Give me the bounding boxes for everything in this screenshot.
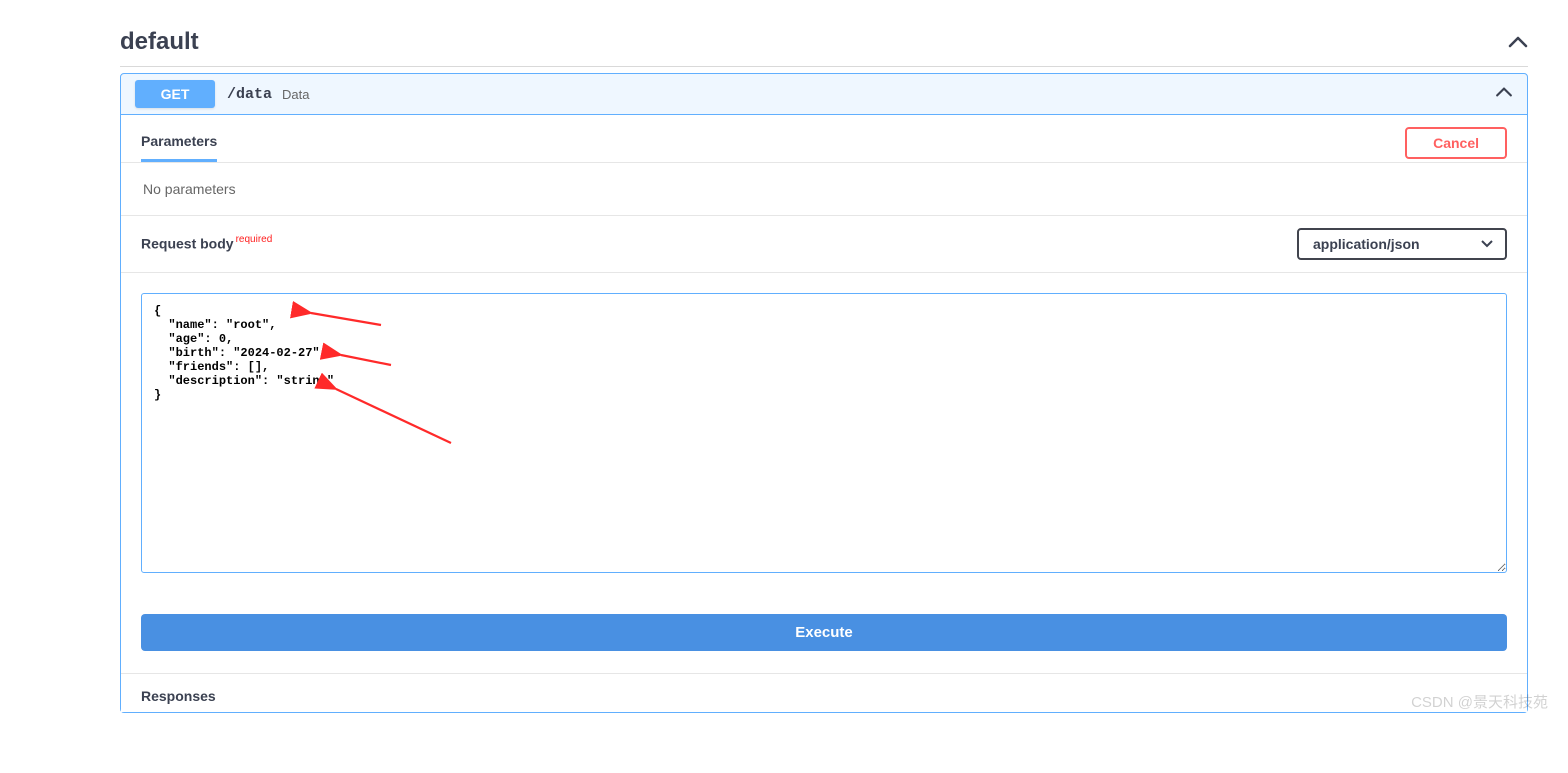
no-parameters-text: No parameters — [121, 163, 1527, 216]
request-body-header: Request bodyrequired application/json — [121, 216, 1527, 273]
operation-summary[interactable]: GET /data Data — [121, 74, 1527, 115]
required-badge: required — [236, 234, 273, 245]
request-body-label: Request body — [141, 236, 234, 252]
chevron-up-icon[interactable] — [1508, 35, 1528, 49]
section-header[interactable]: default — [120, 0, 1528, 67]
request-body-editor-wrap — [121, 273, 1527, 598]
parameters-tab[interactable]: Parameters — [141, 123, 217, 162]
cancel-button[interactable]: Cancel — [1405, 127, 1507, 159]
operation-description: Data — [282, 87, 309, 102]
chevron-up-icon[interactable] — [1495, 85, 1513, 103]
operation-path: /data — [227, 86, 272, 103]
execute-button[interactable]: Execute — [141, 614, 1507, 651]
section-title: default — [120, 28, 199, 56]
responses-header: Responses — [121, 673, 1527, 712]
execute-row: Execute — [121, 598, 1527, 673]
http-method-badge: GET — [135, 80, 215, 108]
content-type-select[interactable]: application/json — [1297, 228, 1507, 260]
parameters-header: Parameters Cancel — [121, 115, 1527, 163]
operation-block: GET /data Data Parameters Cancel No para… — [120, 73, 1528, 713]
request-body-editor[interactable] — [141, 293, 1507, 573]
